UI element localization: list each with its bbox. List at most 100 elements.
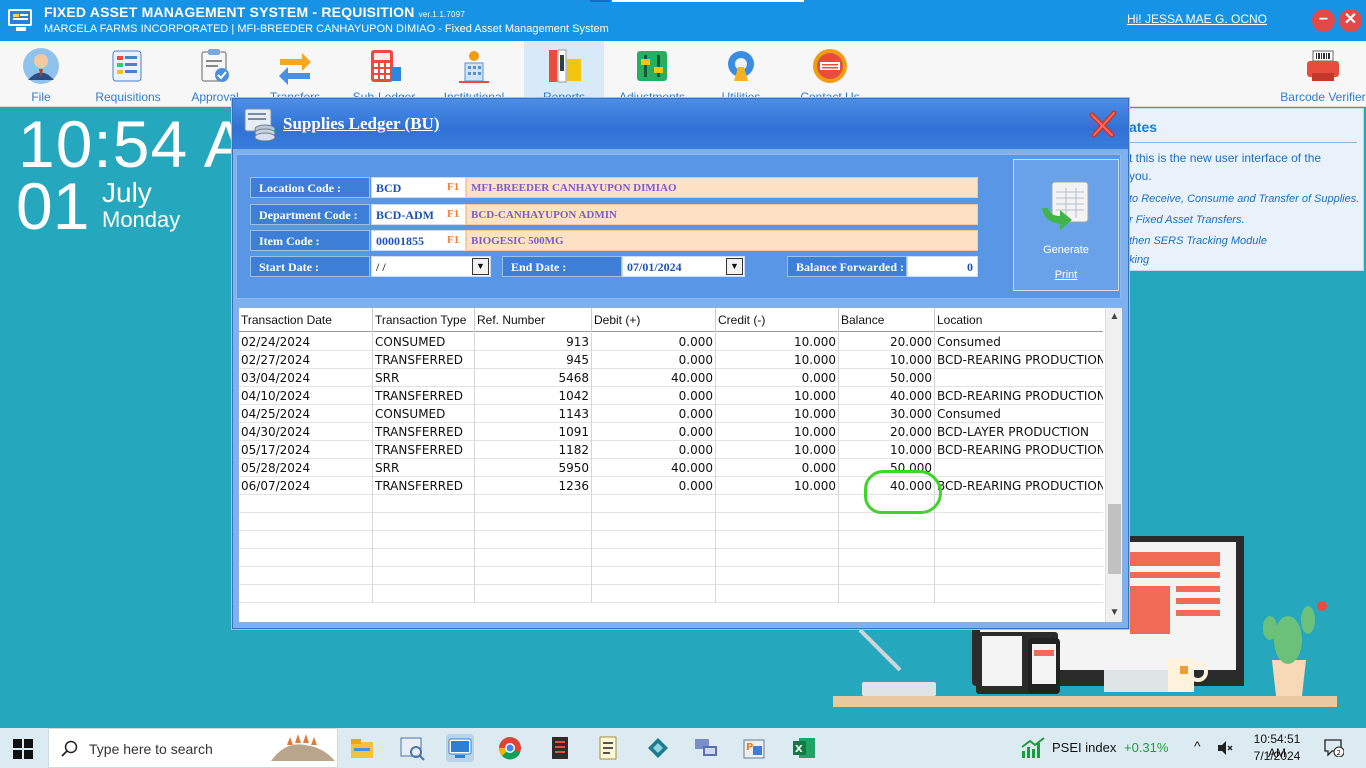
table-row[interactable] — [239, 513, 1103, 531]
cell-transaction-type[interactable]: TRANSFERRED — [373, 423, 475, 441]
cell-transaction-type[interactable] — [373, 513, 475, 531]
cell-debit[interactable] — [592, 513, 716, 531]
cell-transaction-type[interactable]: TRANSFERRED — [373, 387, 475, 405]
cell-transaction-type[interactable] — [373, 567, 475, 585]
cell-ref-number[interactable]: 5468 — [475, 369, 592, 387]
cell-transaction-date[interactable]: 02/27/2024 — [239, 351, 373, 369]
cell-balance[interactable]: 40.000 — [839, 387, 935, 405]
cell-debit[interactable] — [592, 531, 716, 549]
end-date-dropdown-icon[interactable]: ▼ — [726, 258, 743, 275]
cell-transaction-date[interactable]: 02/24/2024 — [239, 333, 373, 351]
cell-transaction-type[interactable]: CONSUMED — [373, 333, 475, 351]
network-icon[interactable] — [644, 734, 672, 762]
cell-location[interactable]: BCD-REARING PRODUCTION — [935, 351, 1103, 369]
taskbar-date[interactable]: 7/1/2024 — [1244, 749, 1310, 763]
cell-transaction-date[interactable] — [239, 549, 373, 567]
cell-location[interactable] — [935, 495, 1103, 513]
dialog-close-icon[interactable] — [1088, 109, 1118, 139]
cell-transaction-date[interactable] — [239, 585, 373, 603]
chrome-icon[interactable] — [496, 734, 524, 762]
file-explorer-icon[interactable] — [348, 734, 376, 762]
cell-transaction-type[interactable] — [373, 549, 475, 567]
cell-credit[interactable]: 10.000 — [716, 387, 839, 405]
cell-debit[interactable] — [592, 495, 716, 513]
cell-credit[interactable] — [716, 495, 839, 513]
cell-transaction-date[interactable]: 03/04/2024 — [239, 369, 373, 387]
scrollbar-thumb[interactable] — [1108, 504, 1121, 574]
cell-ref-number[interactable]: 1091 — [475, 423, 592, 441]
cell-balance[interactable]: 30.000 — [839, 405, 935, 423]
ribbon-barcode-verifier[interactable]: Barcode Verifier — [1280, 41, 1366, 107]
generate-report-icon[interactable] — [1038, 178, 1096, 232]
cell-credit[interactable]: 10.000 — [716, 477, 839, 495]
cell-location[interactable] — [935, 513, 1103, 531]
table-row[interactable] — [239, 567, 1103, 585]
location-f1-hint[interactable]: F1 — [447, 177, 459, 198]
notes-icon[interactable] — [594, 734, 622, 762]
user-greeting-link[interactable]: Hi! JESSA MAE G. OCNO — [1127, 12, 1267, 26]
image-viewer-icon[interactable] — [398, 734, 426, 762]
table-row[interactable] — [239, 549, 1103, 567]
cell-ref-number[interactable] — [475, 549, 592, 567]
cell-balance[interactable]: 10.000 — [839, 441, 935, 459]
table-row[interactable] — [239, 531, 1103, 549]
cell-transaction-type[interactable] — [373, 531, 475, 549]
windows-start-icon[interactable] — [12, 738, 34, 760]
cell-ref-number[interactable]: 1042 — [475, 387, 592, 405]
cell-transaction-date[interactable] — [239, 531, 373, 549]
cell-transaction-date[interactable]: 04/10/2024 — [239, 387, 373, 405]
cell-debit[interactable]: 0.000 — [592, 423, 716, 441]
scroll-up-icon[interactable]: ▲ — [1106, 308, 1122, 326]
cell-ref-number[interactable]: 1236 — [475, 477, 592, 495]
cell-balance[interactable]: 50.000 — [839, 369, 935, 387]
cell-location[interactable] — [935, 369, 1103, 387]
table-row[interactable]: 05/17/2024 TRANSFERRED 1182 0.000 10.000 10.0… — [239, 441, 1103, 459]
cell-credit[interactable]: 10.000 — [716, 333, 839, 351]
cell-balance[interactable]: 20.000 — [839, 333, 935, 351]
scroll-down-icon[interactable]: ▼ — [1106, 604, 1122, 622]
cell-location[interactable]: Consumed — [935, 405, 1103, 423]
table-row[interactable]: 05/28/2024 SRR 5950 40.000 0.000 50.000 — [239, 459, 1103, 477]
cell-balance[interactable] — [839, 549, 935, 567]
start-date-dropdown-icon[interactable]: ▼ — [472, 258, 489, 275]
cell-location[interactable] — [935, 585, 1103, 603]
cell-transaction-date[interactable]: 04/30/2024 — [239, 423, 373, 441]
powerbuilder-icon[interactable]: P — [740, 734, 768, 762]
speaker-muted-icon[interactable] — [1216, 739, 1234, 757]
cell-debit[interactable]: 0.000 — [592, 333, 716, 351]
column-balance[interactable]: Balance — [839, 308, 935, 332]
cell-debit[interactable] — [592, 549, 716, 567]
cell-credit[interactable]: 10.000 — [716, 351, 839, 369]
cell-debit[interactable]: 0.000 — [592, 405, 716, 423]
ticker-name[interactable]: PSEI index — [1052, 740, 1116, 755]
cell-location[interactable]: BCD-REARING PRODUCTION — [935, 387, 1103, 405]
column-transaction-type[interactable]: Transaction Type — [373, 308, 475, 332]
cell-transaction-date[interactable]: 06/07/2024 — [239, 477, 373, 495]
cell-debit[interactable] — [592, 567, 716, 585]
cell-balance[interactable] — [839, 567, 935, 585]
cell-ref-number[interactable] — [475, 513, 592, 531]
column-credit[interactable]: Credit (-) — [716, 308, 839, 332]
cell-transaction-type[interactable]: TRANSFERRED — [373, 477, 475, 495]
cell-transaction-type[interactable]: TRANSFERRED — [373, 351, 475, 369]
cell-balance[interactable]: 10.000 — [839, 351, 935, 369]
cell-ref-number[interactable] — [475, 567, 592, 585]
cell-transaction-date[interactable]: 04/25/2024 — [239, 405, 373, 423]
close-button[interactable]: ✕ — [1339, 9, 1362, 32]
column-ref-number[interactable]: Ref. Number — [475, 308, 592, 332]
cell-location[interactable] — [935, 567, 1103, 585]
column-location[interactable]: Location — [935, 308, 1103, 332]
cell-transaction-type[interactable]: SRR — [373, 459, 475, 477]
cell-credit[interactable] — [716, 513, 839, 531]
cell-ref-number[interactable]: 5950 — [475, 459, 592, 477]
cell-debit[interactable] — [592, 585, 716, 603]
cell-location[interactable] — [935, 459, 1103, 477]
excel-icon[interactable]: X — [790, 734, 818, 762]
cell-credit[interactable]: 0.000 — [716, 459, 839, 477]
cell-debit[interactable]: 40.000 — [592, 369, 716, 387]
cell-credit[interactable]: 10.000 — [716, 423, 839, 441]
cell-ref-number[interactable]: 1143 — [475, 405, 592, 423]
table-row[interactable] — [239, 585, 1103, 603]
chevron-up-icon[interactable]: ^ — [1194, 738, 1201, 754]
cell-transaction-date[interactable]: 05/28/2024 — [239, 459, 373, 477]
